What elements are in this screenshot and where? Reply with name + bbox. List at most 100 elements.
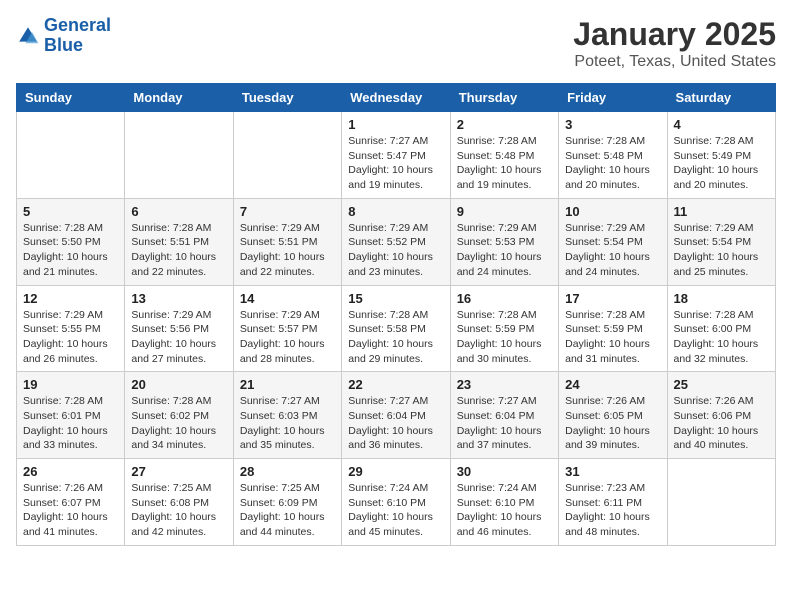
day-number: 11 xyxy=(674,204,769,219)
day-number: 30 xyxy=(457,464,552,479)
day-info: Sunrise: 7:23 AMSunset: 6:11 PMDaylight:… xyxy=(565,481,660,540)
calendar-cell: 13 Sunrise: 7:29 AMSunset: 5:56 PMDayligh… xyxy=(125,285,233,372)
week-row-1: 1 Sunrise: 7:27 AMSunset: 5:47 PMDaylight… xyxy=(17,112,776,199)
calendar-cell xyxy=(125,112,233,199)
day-info: Sunrise: 7:28 AMSunset: 5:50 PMDaylight:… xyxy=(23,221,118,280)
day-number: 6 xyxy=(131,204,226,219)
day-number: 7 xyxy=(240,204,335,219)
day-info: Sunrise: 7:27 AMSunset: 5:47 PMDaylight:… xyxy=(348,134,443,193)
calendar-cell: 1 Sunrise: 7:27 AMSunset: 5:47 PMDaylight… xyxy=(342,112,450,199)
day-header-wednesday: Wednesday xyxy=(342,84,450,112)
day-number: 29 xyxy=(348,464,443,479)
day-info: Sunrise: 7:28 AMSunset: 5:59 PMDaylight:… xyxy=(565,308,660,367)
day-number: 1 xyxy=(348,117,443,132)
day-number: 12 xyxy=(23,291,118,306)
calendar-cell: 27 Sunrise: 7:25 AMSunset: 6:08 PMDayligh… xyxy=(125,459,233,546)
day-number: 4 xyxy=(674,117,769,132)
day-info: Sunrise: 7:28 AMSunset: 5:48 PMDaylight:… xyxy=(565,134,660,193)
calendar-cell: 20 Sunrise: 7:28 AMSunset: 6:02 PMDayligh… xyxy=(125,372,233,459)
calendar-cell: 9Sunrise: 7:29 AMSunset: 5:53 PMDaylight… xyxy=(450,198,558,285)
calendar-cell: 18Sunrise: 7:28 AMSunset: 6:00 PMDayligh… xyxy=(667,285,775,372)
day-info: Sunrise: 7:28 AMSunset: 5:59 PMDaylight:… xyxy=(457,308,552,367)
day-header-sunday: Sunday xyxy=(17,84,125,112)
day-number: 3 xyxy=(565,117,660,132)
day-number: 14 xyxy=(240,291,335,306)
day-info: Sunrise: 7:25 AMSunset: 6:08 PMDaylight:… xyxy=(131,481,226,540)
day-info: Sunrise: 7:27 AMSunset: 6:03 PMDaylight:… xyxy=(240,394,335,453)
week-row-5: 26 Sunrise: 7:26 AMSunset: 6:07 PMDayligh… xyxy=(17,459,776,546)
day-info: Sunrise: 7:26 AMSunset: 6:07 PMDaylight:… xyxy=(23,481,118,540)
day-info: Sunrise: 7:28 AMSunset: 5:49 PMDaylight:… xyxy=(674,134,769,193)
calendar-cell: 31 Sunrise: 7:23 AMSunset: 6:11 PMDayligh… xyxy=(559,459,667,546)
day-info: Sunrise: 7:29 AMSunset: 5:54 PMDaylight:… xyxy=(565,221,660,280)
logo-blue: Blue xyxy=(44,35,83,55)
calendar-cell: 23 Sunrise: 7:27 AMSunset: 6:04 PMDayligh… xyxy=(450,372,558,459)
week-row-3: 12 Sunrise: 7:29 AMSunset: 5:55 PMDayligh… xyxy=(17,285,776,372)
day-number: 21 xyxy=(240,377,335,392)
calendar-cell: 26 Sunrise: 7:26 AMSunset: 6:07 PMDayligh… xyxy=(17,459,125,546)
calendar-cell: 5 Sunrise: 7:28 AMSunset: 5:50 PMDaylight… xyxy=(17,198,125,285)
day-info: Sunrise: 7:26 AMSunset: 6:06 PMDaylight:… xyxy=(674,394,769,453)
day-number: 5 xyxy=(23,204,118,219)
day-number: 26 xyxy=(23,464,118,479)
week-row-4: 19 Sunrise: 7:28 AMSunset: 6:01 PMDayligh… xyxy=(17,372,776,459)
day-header-friday: Friday xyxy=(559,84,667,112)
calendar-cell: 15Sunrise: 7:28 AMSunset: 5:58 PMDayligh… xyxy=(342,285,450,372)
day-info: Sunrise: 7:27 AMSunset: 6:04 PMDaylight:… xyxy=(457,394,552,453)
day-info: Sunrise: 7:25 AMSunset: 6:09 PMDaylight:… xyxy=(240,481,335,540)
day-info: Sunrise: 7:29 AMSunset: 5:51 PMDaylight:… xyxy=(240,221,335,280)
calendar-cell: 12 Sunrise: 7:29 AMSunset: 5:55 PMDayligh… xyxy=(17,285,125,372)
day-number: 24 xyxy=(565,377,660,392)
calendar-subtitle: Poteet, Texas, United States xyxy=(573,53,776,71)
calendar-cell: 17 Sunrise: 7:28 AMSunset: 5:59 PMDayligh… xyxy=(559,285,667,372)
day-number: 31 xyxy=(565,464,660,479)
day-info: Sunrise: 7:29 AMSunset: 5:57 PMDaylight:… xyxy=(240,308,335,367)
day-info: Sunrise: 7:28 AMSunset: 5:58 PMDaylight:… xyxy=(348,308,443,367)
calendar-cell: 14 Sunrise: 7:29 AMSunset: 5:57 PMDayligh… xyxy=(233,285,341,372)
day-info: Sunrise: 7:29 AMSunset: 5:55 PMDaylight:… xyxy=(23,308,118,367)
day-number: 23 xyxy=(457,377,552,392)
day-info: Sunrise: 7:28 AMSunset: 5:51 PMDaylight:… xyxy=(131,221,226,280)
title-block: January 2025 Poteet, Texas, United State… xyxy=(573,16,776,71)
day-number: 19 xyxy=(23,377,118,392)
day-header-saturday: Saturday xyxy=(667,84,775,112)
day-number: 27 xyxy=(131,464,226,479)
day-number: 8 xyxy=(348,204,443,219)
calendar-table: SundayMondayTuesdayWednesdayThursdayFrid… xyxy=(16,83,776,546)
day-number: 9 xyxy=(457,204,552,219)
day-header-thursday: Thursday xyxy=(450,84,558,112)
calendar-body: 1 Sunrise: 7:27 AMSunset: 5:47 PMDaylight… xyxy=(17,112,776,546)
calendar-cell: 8 Sunrise: 7:29 AMSunset: 5:52 PMDaylight… xyxy=(342,198,450,285)
day-number: 20 xyxy=(131,377,226,392)
calendar-cell: 11Sunrise: 7:29 AMSunset: 5:54 PMDayligh… xyxy=(667,198,775,285)
calendar-cell: 7 Sunrise: 7:29 AMSunset: 5:51 PMDaylight… xyxy=(233,198,341,285)
day-number: 13 xyxy=(131,291,226,306)
day-info: Sunrise: 7:28 AMSunset: 6:01 PMDaylight:… xyxy=(23,394,118,453)
day-number: 16 xyxy=(457,291,552,306)
day-number: 10 xyxy=(565,204,660,219)
logo: General Blue xyxy=(16,16,111,56)
calendar-cell: 2Sunrise: 7:28 AMSunset: 5:48 PMDaylight… xyxy=(450,112,558,199)
calendar-cell xyxy=(667,459,775,546)
day-info: Sunrise: 7:27 AMSunset: 6:04 PMDaylight:… xyxy=(348,394,443,453)
day-info: Sunrise: 7:29 AMSunset: 5:56 PMDaylight:… xyxy=(131,308,226,367)
day-header-tuesday: Tuesday xyxy=(233,84,341,112)
day-number: 18 xyxy=(674,291,769,306)
day-info: Sunrise: 7:29 AMSunset: 5:52 PMDaylight:… xyxy=(348,221,443,280)
day-info: Sunrise: 7:28 AMSunset: 5:48 PMDaylight:… xyxy=(457,134,552,193)
calendar-cell: 22Sunrise: 7:27 AMSunset: 6:04 PMDayligh… xyxy=(342,372,450,459)
day-info: Sunrise: 7:28 AMSunset: 6:02 PMDaylight:… xyxy=(131,394,226,453)
week-row-2: 5 Sunrise: 7:28 AMSunset: 5:50 PMDaylight… xyxy=(17,198,776,285)
calendar-cell xyxy=(17,112,125,199)
day-number: 17 xyxy=(565,291,660,306)
day-header-monday: Monday xyxy=(125,84,233,112)
calendar-cell: 24Sunrise: 7:26 AMSunset: 6:05 PMDayligh… xyxy=(559,372,667,459)
calendar-cell: 21 Sunrise: 7:27 AMSunset: 6:03 PMDayligh… xyxy=(233,372,341,459)
calendar-cell: 3 Sunrise: 7:28 AMSunset: 5:48 PMDaylight… xyxy=(559,112,667,199)
calendar-title: January 2025 xyxy=(573,16,776,53)
page-header: General Blue January 2025 Poteet, Texas,… xyxy=(16,16,776,71)
logo-general: General xyxy=(44,15,111,35)
calendar-header-row: SundayMondayTuesdayWednesdayThursdayFrid… xyxy=(17,84,776,112)
calendar-cell: 6 Sunrise: 7:28 AMSunset: 5:51 PMDaylight… xyxy=(125,198,233,285)
day-info: Sunrise: 7:24 AMSunset: 6:10 PMDaylight:… xyxy=(348,481,443,540)
